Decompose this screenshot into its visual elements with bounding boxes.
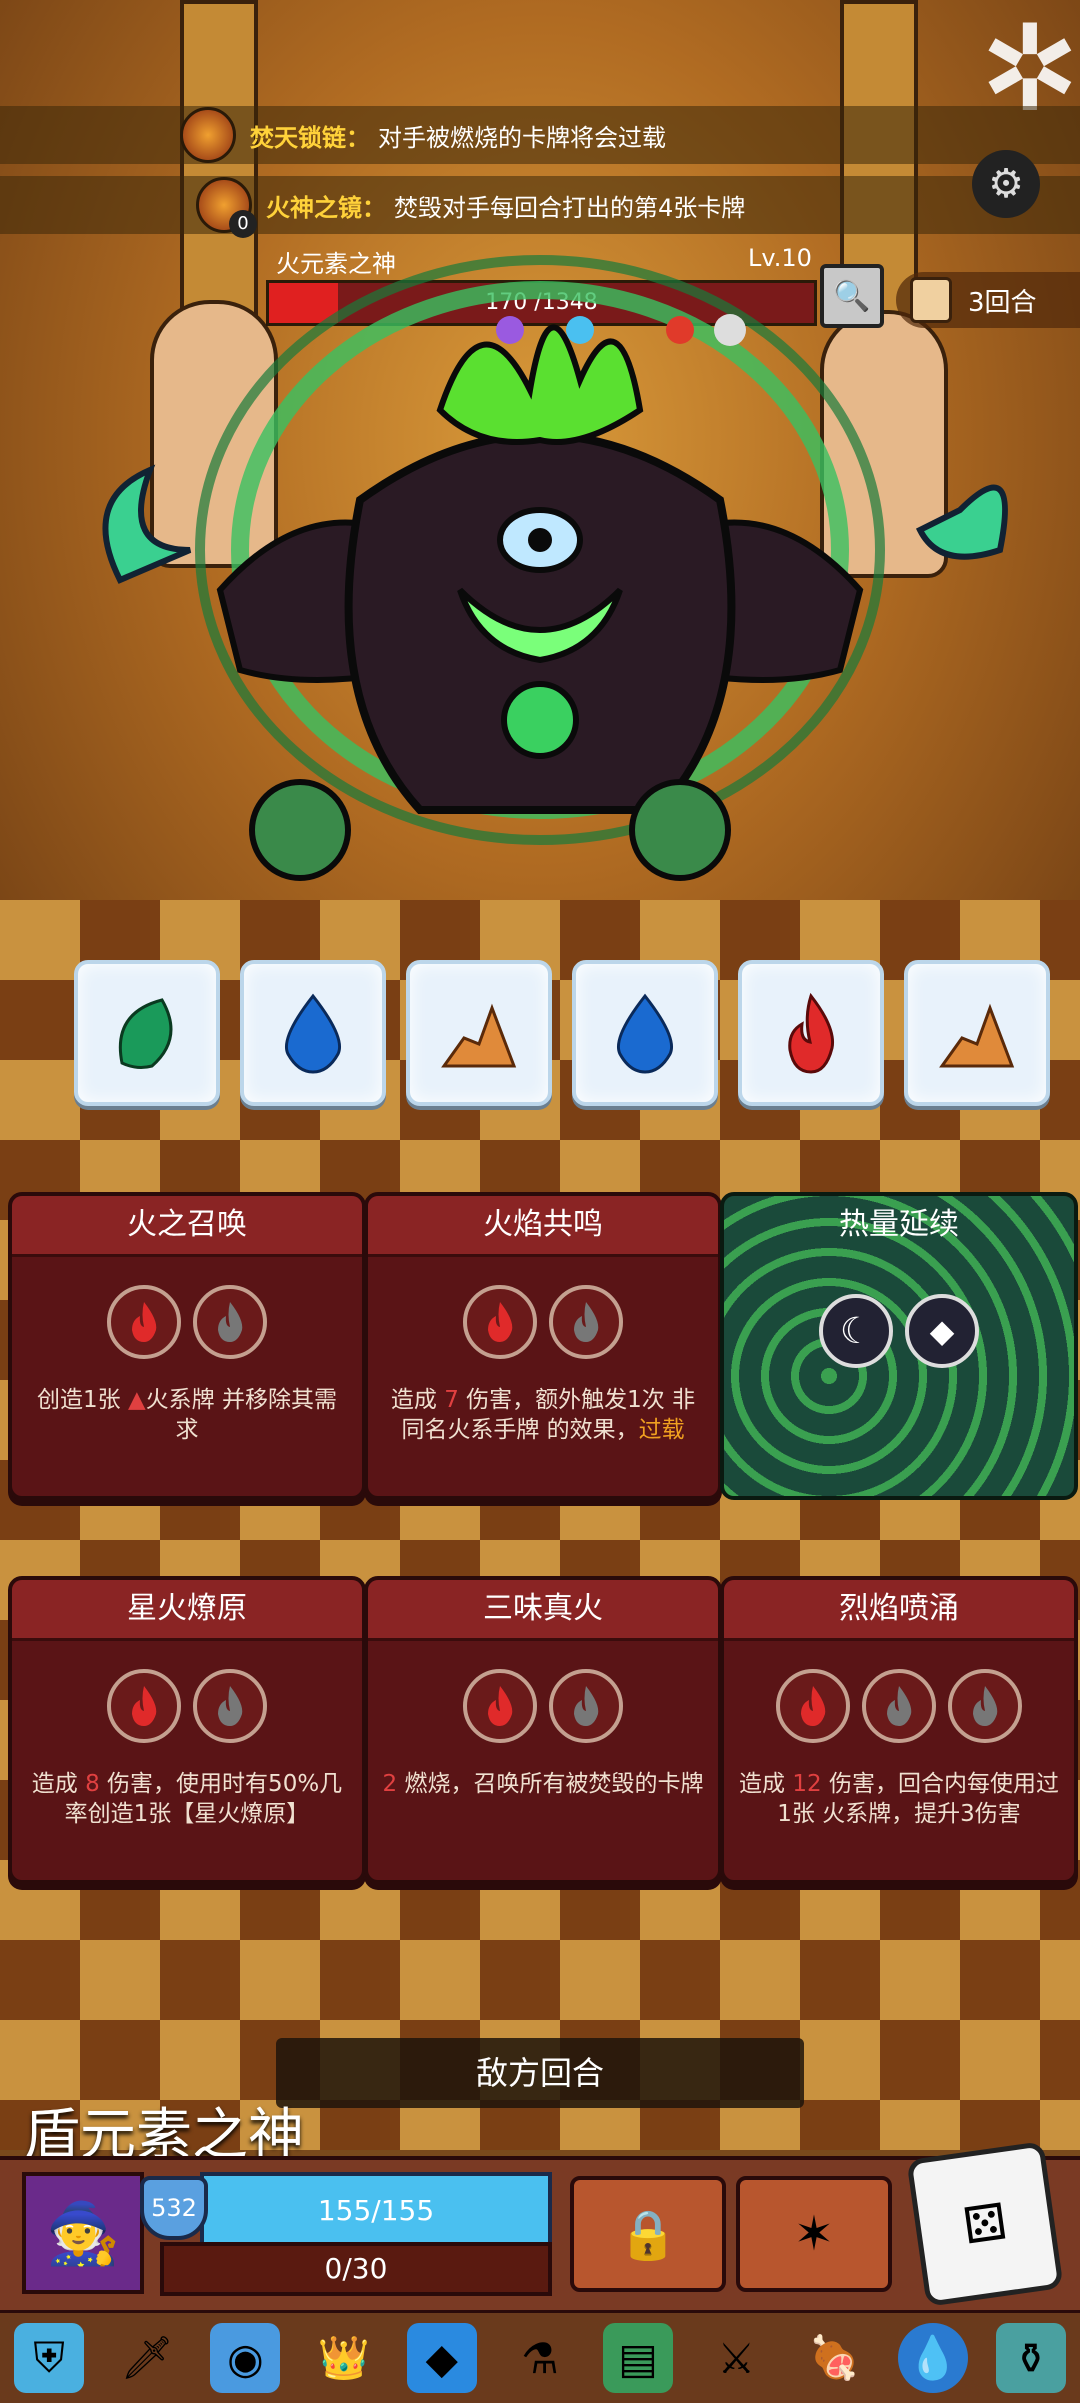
left-fist	[249, 779, 351, 881]
buff-title: 火神之镜：	[266, 193, 386, 222]
item-bar: ⛨ 🗡 ◉ 👑 ◆ ⚗ ▤ ⚔ 🍖 💧 ⚱	[0, 2310, 1080, 2403]
card-desc: 造成 8 伤害，使用时有50%几率创造1张【星火燎原】	[31, 1771, 343, 1827]
fire-slot-icon	[463, 1669, 537, 1743]
water-drop-icon	[284, 993, 342, 1074]
player-hp-bar: 155/155	[200, 2172, 552, 2250]
die-fire[interactable]	[738, 960, 884, 1106]
right-flame-claw	[915, 484, 1008, 560]
settings-gear-icon[interactable]: ⚙	[972, 150, 1040, 218]
fire-elemental-boss[interactable]	[60, 250, 1020, 930]
fire-slot-icon	[463, 1285, 537, 1359]
dice-row	[74, 960, 1050, 1106]
ability-button[interactable]: ✶	[736, 2176, 892, 2292]
water-drop-icon	[616, 993, 674, 1074]
earth-rock-icon	[441, 1003, 517, 1068]
fire-icon	[788, 992, 835, 1074]
enemy-turn-button[interactable]: 敌方回合	[276, 2038, 804, 2108]
buff-title: 焚天锁链：	[250, 123, 370, 152]
mirror-buff-icon[interactable]: 0	[196, 177, 257, 238]
diamond-slot-icon: ◆	[905, 1294, 979, 1368]
sparkle-icon: ✶	[793, 2206, 835, 2262]
die-earth[interactable]	[904, 960, 1050, 1106]
die-leaf[interactable]	[74, 960, 220, 1106]
fire-slot-icon	[107, 1285, 181, 1359]
left-flame-claw	[102, 464, 192, 584]
die-earth[interactable]	[406, 960, 552, 1106]
buff-count: 0	[229, 210, 257, 238]
card-heat-continuation[interactable]: 热量延续 ☾ ◆	[720, 1192, 1078, 1500]
shield-icon: 532	[140, 2176, 208, 2240]
card-slots: ☾ ◆	[724, 1294, 1074, 1368]
shield-ice-icon[interactable]: ⛨	[14, 2323, 85, 2393]
buff-bar: 0 火神之镜： 焚毁对手每回合打出的第4张卡牌	[0, 176, 1080, 238]
green-book-icon[interactable]: ▤	[603, 2323, 674, 2393]
card-title: 火焰共鸣	[368, 1196, 718, 1257]
card-title: 热量延续	[839, 1207, 959, 1242]
chain-buff-icon[interactable]	[180, 107, 236, 163]
jar-icon[interactable]: ⚱	[995, 2323, 1066, 2393]
card-flame-burst[interactable]: 烈焰喷涌 造成 12 伤害，回合内每使用过1张 火系牌，提升3伤害	[720, 1576, 1078, 1884]
water-drop-icon[interactable]: 💧	[897, 2323, 968, 2393]
gray-fire-slot-icon	[862, 1669, 936, 1743]
card-starfire[interactable]: 星火燎原 造成 8 伤害，使用时有50%几率创造1张【星火燎原】	[8, 1576, 366, 1884]
flame-head	[436, 324, 644, 445]
card-title: 星火燎原	[12, 1580, 362, 1641]
card-fire-summon[interactable]: 火之召唤 创造1张 ▲火系牌 并移除其需求	[8, 1192, 366, 1500]
card-title: 三味真火	[368, 1580, 718, 1641]
earth-rock-icon	[939, 1003, 1015, 1068]
sword-icon[interactable]: ⚔	[701, 2323, 771, 2393]
buff-desc: 对手被燃烧的卡牌将会过载	[378, 123, 666, 152]
lock-button[interactable]: 🔒	[570, 2176, 726, 2292]
player-avatar[interactable]: 🧙	[22, 2172, 144, 2294]
spear-icon[interactable]: 🗡	[112, 2323, 182, 2393]
die-water[interactable]	[240, 960, 386, 1106]
buff-desc: 焚毁对手每回合打出的第4张卡牌	[394, 193, 746, 222]
card-desc: 2 燃烧，召唤所有被焚毁的卡牌	[382, 1771, 704, 1797]
fire-slot-icon	[107, 1669, 181, 1743]
buff-bar: 焚天锁链： 对手被燃烧的卡牌将会过载	[0, 106, 1080, 164]
card-desc: 造成 12 伤害，回合内每使用过1张 火系牌，提升3伤害	[739, 1771, 1059, 1827]
gem-palette-icon[interactable]: ◉	[210, 2323, 281, 2393]
boss-pupil	[528, 528, 552, 552]
chest-emblem	[501, 681, 579, 759]
meat-icon[interactable]: 🍖	[799, 2323, 869, 2393]
card-slots	[12, 1669, 362, 1743]
right-fist	[629, 779, 731, 881]
gray-fire-slot-icon	[193, 1669, 267, 1743]
crown-icon[interactable]: 👑	[309, 2323, 379, 2393]
moon-slot-icon: ☾	[819, 1294, 893, 1368]
potion-icon[interactable]: ⚗	[505, 2323, 575, 2393]
gray-fire-slot-icon	[549, 1669, 623, 1743]
card-slots	[12, 1285, 362, 1359]
card-desc: 创造1张 ▲火系牌 并移除其需求	[37, 1387, 337, 1443]
card-title: 烈焰喷涌	[724, 1580, 1074, 1641]
die-water[interactable]	[572, 960, 718, 1106]
blue-cube-icon[interactable]: ◆	[406, 2323, 477, 2393]
lock-icon: 🔒	[618, 2206, 678, 2263]
card-samadhi-fire[interactable]: 三味真火 2 燃烧，召唤所有被焚毁的卡牌	[364, 1576, 722, 1884]
leaf-icon	[118, 998, 173, 1069]
gray-fire-slot-icon	[948, 1669, 1022, 1743]
card-slots	[368, 1285, 718, 1359]
dice-icon: ⚄	[959, 2192, 1011, 2256]
card-slots	[724, 1669, 1074, 1743]
card-fire-resonance[interactable]: 火焰共鸣 造成 7 伤害，额外触发1次 非同名火系手牌 的效果，过载	[364, 1192, 722, 1500]
card-desc: 造成 7 伤害，额外触发1次 非同名火系手牌 的效果，过载	[390, 1387, 696, 1443]
card-title: 火之召唤	[12, 1196, 362, 1257]
card-slots	[368, 1669, 718, 1743]
player-xp-bar: 0/30	[160, 2242, 552, 2296]
roll-dice-button[interactable]: ⚄	[906, 2141, 1064, 2307]
fire-slot-icon	[776, 1669, 850, 1743]
gray-fire-slot-icon	[549, 1285, 623, 1359]
gray-fire-slot-icon	[193, 1285, 267, 1359]
